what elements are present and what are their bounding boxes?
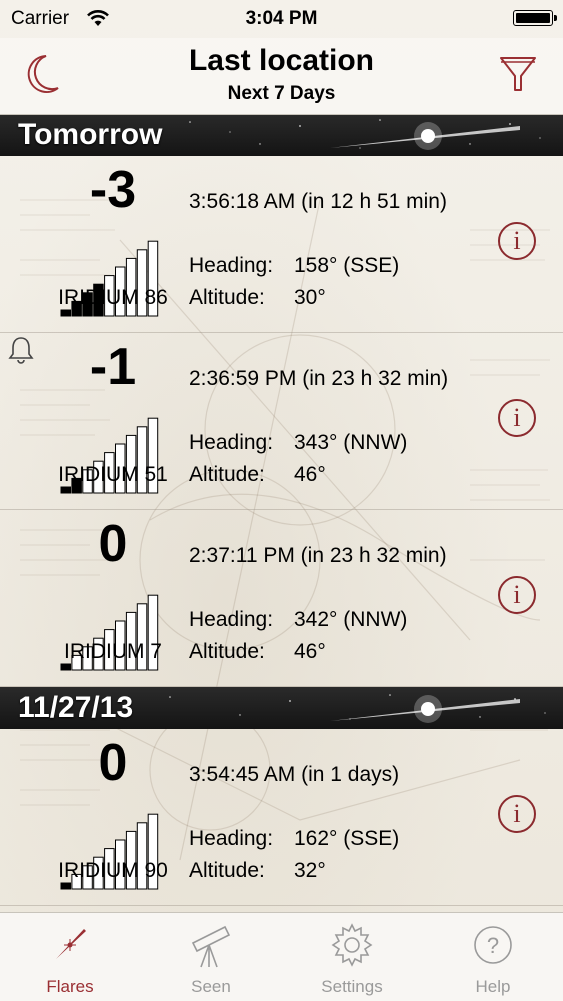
flare-row[interactable]: -1 IRIDIUM 51 2:36:59 PM (in 23 h 32 min… — [0, 333, 563, 510]
status-bar: Carrier 3:04 PM — [0, 0, 563, 38]
section-title: 11/27/13 — [18, 691, 134, 724]
flare-row[interactable]: 0 IRIDIUM 90 3:54:45 AM (in 1 days) Head… — [0, 729, 563, 906]
tab-help[interactable]: ? Help — [423, 913, 563, 1001]
heading-line: Heading: 158° (SSE) — [189, 254, 399, 278]
altitude-value: 46° — [294, 640, 326, 663]
tab-bar: Flares Seen Settings ? Help — [0, 912, 563, 1001]
tab-label: Flares — [46, 977, 94, 996]
flares-list[interactable]: Tomorrow -3 IRIDIUM 86 3:56:18 AM (in 12… — [0, 114, 563, 912]
navigation-bar: Last location Next 7 Days — [0, 38, 563, 115]
section-header: Tomorrow — [0, 114, 563, 156]
satellite-name: IRIDIUM 90 — [58, 859, 168, 882]
altitude-label: Altitude: — [189, 463, 265, 486]
altitude-label: Altitude: — [189, 859, 265, 882]
flare-icon — [48, 921, 92, 969]
heading-label: Heading: — [189, 254, 274, 277]
satellite-name: IRIDIUM 7 — [63, 640, 162, 663]
brightness-bar-filled — [60, 663, 71, 671]
altitude-line: Altitude: 46° — [189, 640, 326, 664]
altitude-value: 32° — [294, 859, 326, 882]
heading-value: 158° (SSE) — [294, 254, 400, 277]
brightness-bar-filled — [60, 309, 71, 317]
flare-row[interactable]: 0 IRIDIUM 7 2:37:11 PM (in 23 h 32 min) … — [0, 510, 563, 687]
info-icon[interactable]: i — [498, 795, 536, 833]
flare-time: 2:37:11 PM (in 23 h 32 min) — [189, 544, 447, 567]
heading-label: Heading: — [189, 608, 274, 631]
heading-label: Heading: — [189, 827, 274, 850]
flare-time: 3:54:45 AM (in 1 days) — [189, 763, 400, 786]
satellite-name: IRIDIUM 51 — [58, 463, 168, 486]
telescope-icon — [189, 921, 233, 969]
help-icon: ? — [471, 921, 515, 969]
status-time: 3:04 PM — [245, 8, 318, 29]
section-header: 11/27/13 — [0, 687, 563, 729]
altitude-label: Altitude: — [189, 286, 265, 309]
filter-icon[interactable] — [497, 52, 539, 96]
info-icon[interactable]: i — [498, 576, 536, 614]
flare-time: 3:56:18 AM (in 12 h 51 min) — [189, 190, 447, 213]
heading-line: Heading: 162° (SSE) — [189, 827, 399, 851]
section-title: Tomorrow — [18, 118, 163, 151]
battery-icon — [513, 10, 557, 26]
tab-label: Settings — [321, 977, 383, 996]
altitude-line: Altitude: 32° — [189, 859, 326, 883]
page-subtitle: Next 7 Days — [227, 83, 336, 104]
tab-settings[interactable]: Settings — [282, 913, 422, 1001]
heading-line: Heading: 343° (NNW) — [189, 431, 407, 455]
bell-icon — [8, 335, 34, 365]
flare-time: 2:36:59 PM (in 23 h 32 min) — [189, 367, 449, 390]
tab-label: Seen — [191, 977, 231, 996]
brightness-bar-filled — [60, 486, 71, 494]
satellite-name: IRIDIUM 86 — [58, 286, 168, 309]
tab-seen[interactable]: Seen — [141, 913, 281, 1001]
heading-line: Heading: 342° (NNW) — [189, 608, 407, 632]
info-icon[interactable]: i — [498, 399, 536, 437]
altitude-value: 30° — [294, 286, 326, 309]
heading-value: 342° (NNW) — [294, 608, 408, 631]
tab-label: Help — [475, 977, 511, 996]
brightness-bar-filled — [60, 882, 71, 890]
heading-label: Heading: — [189, 431, 274, 454]
info-icon[interactable]: i — [498, 222, 536, 260]
page-title: Last location — [188, 44, 375, 77]
altitude-line: Altitude: 46° — [189, 463, 326, 487]
heading-value: 162° (SSE) — [294, 827, 400, 850]
heading-value: 343° (NNW) — [294, 431, 408, 454]
svg-text:?: ? — [487, 933, 499, 958]
altitude-label: Altitude: — [189, 640, 265, 663]
tab-flares[interactable]: Flares — [0, 913, 140, 1001]
altitude-value: 46° — [294, 463, 326, 486]
gear-icon — [330, 921, 374, 969]
flare-row[interactable]: -3 IRIDIUM 86 3:56:18 AM (in 12 h 51 min… — [0, 156, 563, 333]
altitude-line: Altitude: 30° — [189, 286, 326, 310]
